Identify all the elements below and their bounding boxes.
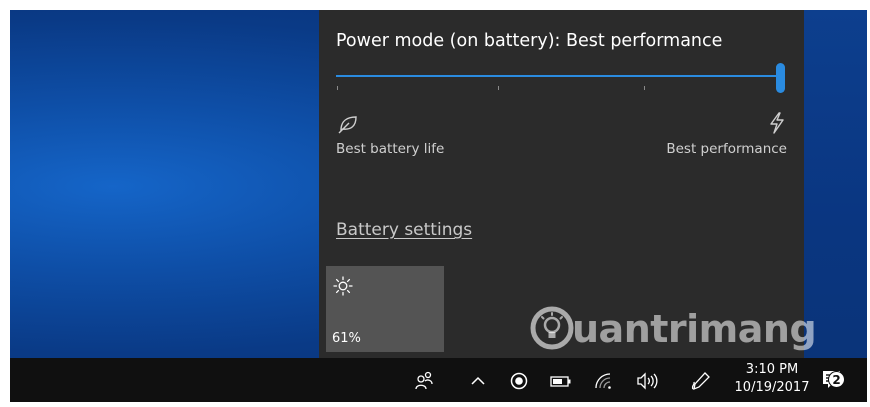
lightning-bolt-icon xyxy=(767,112,787,138)
power-slider-track[interactable] xyxy=(336,75,782,77)
screen: Power mode (on battery): Best performanc… xyxy=(10,10,867,402)
notification-count-badge: 2 xyxy=(828,371,845,388)
record-icon[interactable] xyxy=(508,370,530,392)
leaf-icon xyxy=(337,114,359,138)
power-mode-title: Power mode (on battery): Best performanc… xyxy=(336,31,723,51)
slider-tick xyxy=(337,86,338,90)
sun-icon xyxy=(333,276,353,300)
watermark: uantrimang xyxy=(530,300,830,356)
power-slider-thumb[interactable] xyxy=(776,63,785,93)
brightness-value: 61% xyxy=(332,331,361,346)
lightbulb-icon xyxy=(530,306,574,350)
volume-icon[interactable] xyxy=(636,370,658,392)
best-battery-life-label: Best battery life xyxy=(336,141,445,157)
taskbar: 3:10 PM 10/19/2017 xyxy=(10,358,867,402)
wifi-icon[interactable] xyxy=(593,370,615,392)
pen-icon[interactable] xyxy=(690,370,712,392)
slider-tick xyxy=(498,86,499,90)
battery-icon[interactable] xyxy=(550,370,572,392)
best-performance-label: Best performance xyxy=(666,141,787,157)
brightness-tile[interactable]: 61% xyxy=(326,266,444,352)
clock-date[interactable]: 10/19/2017 xyxy=(726,380,818,395)
people-icon[interactable] xyxy=(413,370,435,392)
watermark-text: uantrimang xyxy=(572,307,817,351)
battery-settings-link[interactable]: Battery settings xyxy=(336,220,472,240)
clock-time[interactable]: 3:10 PM xyxy=(736,362,808,377)
slider-tick xyxy=(644,86,645,90)
chevron-up-icon[interactable] xyxy=(467,370,489,392)
